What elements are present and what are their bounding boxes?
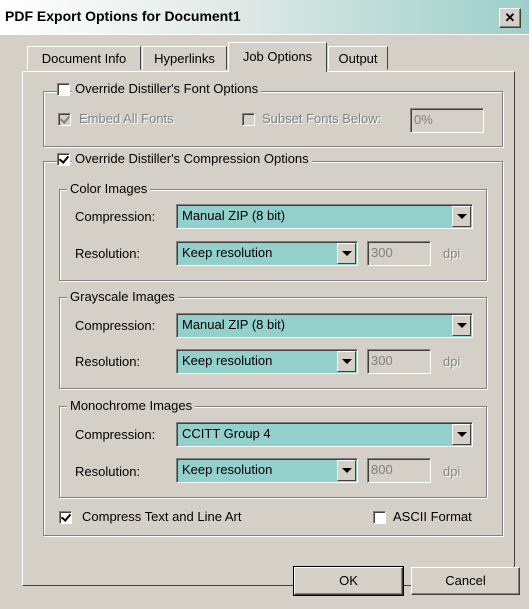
grayscale-compression-label: Compression: [75, 318, 156, 333]
grayscale-compression-value: Manual ZIP (8 bit) [182, 317, 286, 332]
embed-all-fonts-label: Embed All Fonts [79, 111, 174, 126]
grayscale-images-legend: Grayscale Images [67, 289, 178, 304]
monochrome-images-group [59, 406, 487, 498]
color-resolution-value: Keep resolution [182, 245, 273, 260]
color-compression-value: Manual ZIP (8 bit) [182, 208, 286, 223]
grayscale-resolution-select[interactable]: Keep resolution [176, 349, 358, 374]
grayscale-dpi-input[interactable]: 300 [367, 349, 431, 374]
embed-all-fonts-checkbox[interactable] [58, 113, 71, 126]
tab-hyperlinks[interactable]: Hyperlinks [142, 46, 227, 70]
ascii-format-label: ASCII Format [393, 509, 472, 524]
chevron-down-icon[interactable] [337, 243, 356, 264]
color-compression-label: Compression: [75, 209, 156, 224]
color-images-legend: Color Images [67, 181, 151, 196]
color-resolution-select[interactable]: Keep resolution [176, 241, 358, 266]
monochrome-dpi-input[interactable]: 800 [367, 458, 431, 483]
tab-output[interactable]: Output [328, 46, 388, 70]
color-resolution-label: Resolution: [75, 246, 141, 261]
ok-button[interactable]: OK [293, 566, 404, 596]
subset-fonts-input[interactable]: 0% [410, 108, 484, 133]
monochrome-compression-value: CCITT Group 4 [182, 426, 271, 441]
chevron-down-icon[interactable] [452, 424, 471, 445]
chevron-down-icon[interactable] [452, 315, 471, 336]
dialog-window: PDF Export Options for Document1 ✕ Docum… [0, 0, 532, 609]
override-font-label: Override Distiller's Font Options [72, 81, 262, 96]
close-icon: ✕ [504, 10, 516, 25]
compress-text-label: Compress Text and Line Art [82, 509, 242, 524]
grayscale-images-group [59, 297, 487, 389]
override-font-checkbox[interactable] [57, 83, 70, 96]
window-title: PDF Export Options for Document1 [5, 8, 241, 24]
grayscale-compression-select[interactable]: Manual ZIP (8 bit) [176, 313, 473, 338]
monochrome-resolution-select[interactable]: Keep resolution [176, 458, 358, 483]
tab-job-options[interactable]: Job Options [228, 42, 327, 72]
compress-text-checkbox[interactable] [59, 511, 72, 524]
close-button[interactable]: ✕ [499, 8, 521, 28]
chevron-down-icon[interactable] [337, 351, 356, 372]
override-compression-checkbox[interactable] [57, 153, 70, 166]
subset-fonts-checkbox[interactable] [242, 113, 255, 126]
grayscale-dpi-unit: dpi [443, 354, 461, 369]
cancel-button[interactable]: Cancel [411, 567, 520, 595]
monochrome-compression-select[interactable]: CCITT Group 4 [176, 422, 473, 447]
ascii-format-checkbox[interactable] [373, 511, 386, 524]
monochrome-dpi-unit: dpi [443, 464, 461, 479]
monochrome-images-legend: Monochrome Images [67, 398, 196, 413]
subset-fonts-label: Subset Fonts Below: [262, 111, 382, 126]
monochrome-resolution-value: Keep resolution [182, 462, 273, 477]
title-bar[interactable]: PDF Export Options for Document1 ✕ [0, 0, 529, 35]
grayscale-resolution-label: Resolution: [75, 354, 141, 369]
color-images-group [59, 189, 487, 281]
override-compression-label: Override Distiller's Compression Options [72, 151, 312, 166]
color-dpi-unit: dpi [443, 246, 461, 261]
color-dpi-input[interactable]: 300 [367, 241, 431, 266]
grayscale-resolution-value: Keep resolution [182, 353, 273, 368]
chevron-down-icon[interactable] [452, 206, 471, 227]
color-compression-select[interactable]: Manual ZIP (8 bit) [176, 204, 473, 229]
monochrome-resolution-label: Resolution: [75, 464, 141, 479]
monochrome-compression-label: Compression: [75, 427, 156, 442]
chevron-down-icon[interactable] [337, 460, 356, 481]
tab-document-info[interactable]: Document Info [27, 46, 141, 70]
